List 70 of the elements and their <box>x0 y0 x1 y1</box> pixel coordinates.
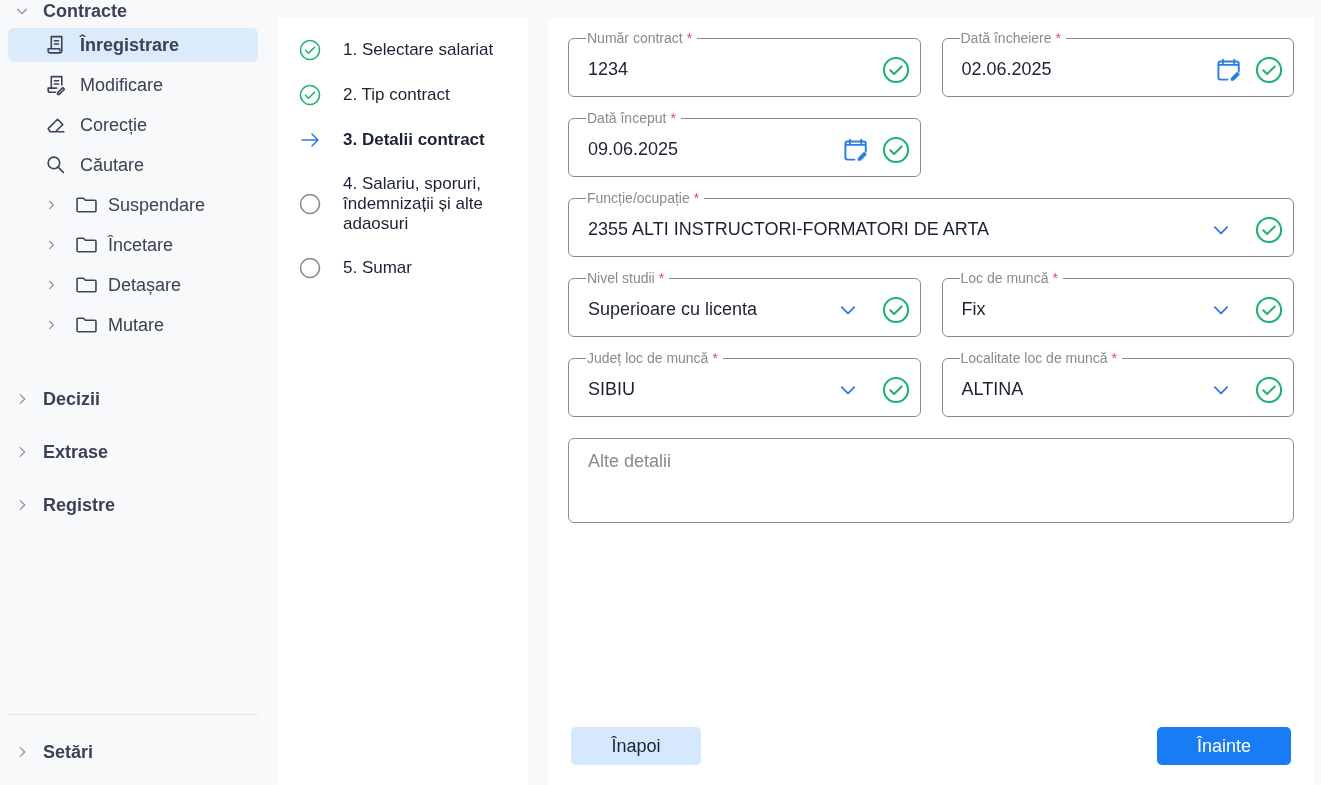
sidebar-group[interactable]: Contracte <box>8 0 258 22</box>
folder-icon <box>75 194 97 216</box>
step-label[interactable]: 5. Sumar <box>343 258 508 278</box>
folder-icon <box>75 314 97 336</box>
check-circle-icon <box>1255 215 1283 244</box>
step-label[interactable]: 4. Salariu, sporuri, îndemnizații și alte adaosuri <box>343 174 508 234</box>
field-value: 2355 ALTI INSTRUCTORI-FORMATORI DE ARTA <box>588 219 991 240</box>
sidebar-group[interactable]: Setări <box>8 741 258 763</box>
field-label: Dată început <box>587 110 667 126</box>
required-mark: * <box>1055 30 1061 46</box>
field-value: 09.06.2025 <box>588 139 680 160</box>
date-field[interactable]: Dată început * 09.06.2025 <box>568 111 921 177</box>
required-mark: * <box>686 30 693 46</box>
required-mark: * <box>1111 350 1118 366</box>
folder-icon <box>75 234 97 256</box>
sidebar-item[interactable]: Suspendare <box>8 188 258 222</box>
field-value: ALTINA <box>961 379 1025 400</box>
sidebar-item[interactable]: Înregistrare <box>8 28 258 62</box>
select-field[interactable]: Localitate loc de muncă * ALTINA <box>941 351 1294 417</box>
sidebar-item[interactable]: Modificare <box>8 68 258 102</box>
check-circle-icon <box>881 295 910 324</box>
search-icon <box>45 154 67 176</box>
sidebar-item[interactable]: Detașare <box>8 268 258 302</box>
field-value: Superioare cu licenta <box>588 299 759 320</box>
field-label: Nivel studii <box>587 270 655 286</box>
check-circle-icon <box>1255 295 1283 324</box>
sidebar-group[interactable]: Extrase <box>8 441 258 463</box>
field-value: SIBIU <box>588 379 636 400</box>
field-label: Localitate loc de muncă <box>960 350 1108 366</box>
required-mark: * <box>712 350 718 366</box>
field-label: Număr contract <box>587 30 683 46</box>
required-mark: * <box>658 270 665 286</box>
field-label: Județ loc de muncă <box>587 350 709 366</box>
field-label: Dată încheiere <box>960 30 1052 46</box>
sidebar-item[interactable]: Corecție <box>8 108 258 142</box>
check-circle-icon <box>881 55 910 84</box>
select-field[interactable]: Județ loc de muncă * SIBIU <box>568 351 921 417</box>
calendar-edit-icon <box>1215 56 1241 83</box>
select-field[interactable]: Nivel studii * Superioare cu licenta <box>568 271 921 337</box>
step-label[interactable]: 3. Detalii contract <box>343 130 508 150</box>
date-field[interactable]: Dată încheiere * 02.06.2025 <box>941 31 1294 97</box>
calendar-edit-icon <box>841 136 868 163</box>
step-label[interactable]: 1. Selectare salariat <box>343 40 508 60</box>
select-field[interactable]: Loc de muncă * Fix <box>941 271 1294 337</box>
placeholder-text: Alte detalii <box>588 451 672 472</box>
check-circle-icon <box>1255 55 1283 84</box>
required-mark: * <box>1052 270 1058 286</box>
textarea-field[interactable]: Alte detalii <box>568 438 1294 523</box>
check-circle-icon <box>1255 375 1283 404</box>
field-label: Funcție/ocupație <box>587 190 690 206</box>
sidebar-item[interactable]: Mutare <box>8 308 258 342</box>
check-circle-icon <box>881 375 910 404</box>
check-circle-icon <box>881 135 910 164</box>
step-label[interactable]: 2. Tip contract <box>343 85 508 105</box>
sidebar-group[interactable]: Registre <box>8 494 258 516</box>
text-field[interactable]: Număr contract * 1234 <box>568 31 921 97</box>
field-value: 1234 <box>588 59 630 80</box>
back-button[interactable]: Înapoi <box>571 727 701 765</box>
field-value: Fix <box>961 299 987 320</box>
field-label: Loc de muncă <box>960 270 1049 286</box>
required-mark: * <box>693 190 700 206</box>
document-edit-icon <box>45 74 67 96</box>
select-field[interactable]: Funcție/ocupație * 2355 ALTI INSTRUCTORI-FORMATORI DE ARTA <box>568 191 1294 257</box>
sidebar-group[interactable]: Decizii <box>8 388 258 410</box>
next-button[interactable]: Înainte <box>1157 727 1291 765</box>
folder-icon <box>75 274 97 296</box>
sidebar-item[interactable]: Căutare <box>8 148 258 182</box>
required-mark: * <box>670 110 676 126</box>
sidebar-item[interactable]: Încetare <box>8 228 258 262</box>
field-value: 02.06.2025 <box>961 59 1053 80</box>
